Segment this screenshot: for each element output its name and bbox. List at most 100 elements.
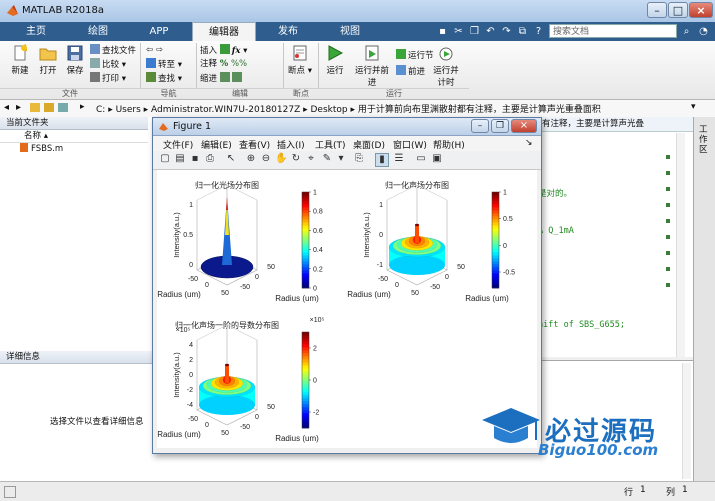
up-folder-icon[interactable]: [44, 103, 54, 112]
help-quick-icon[interactable]: ?: [532, 25, 545, 38]
cut-quick-icon[interactable]: ✂: [452, 25, 465, 38]
compare-button[interactable]: 比较 ▾: [90, 58, 126, 70]
zoom-out-icon[interactable]: ⊖: [260, 153, 272, 165]
new-figure-icon[interactable]: ▢: [159, 153, 171, 165]
pan-icon[interactable]: ✋: [275, 153, 287, 165]
menu-insert[interactable]: 插入(I): [277, 138, 305, 151]
goto-button[interactable]: 转至 ▾: [146, 58, 182, 70]
find-button[interactable]: 查找 ▾: [146, 72, 182, 84]
colorbar-segment: [302, 243, 309, 247]
back-arrow-icon[interactable]: ◂: [4, 102, 9, 113]
rotate-3d-icon[interactable]: ↻: [290, 153, 302, 165]
legend-icon[interactable]: ☰: [393, 153, 405, 165]
colorbar-segment: [302, 273, 309, 277]
notifications-icon[interactable]: ◔: [697, 25, 710, 38]
print-button[interactable]: 打印 ▾: [90, 72, 126, 84]
open-label: 打开: [39, 66, 57, 76]
open-file-icon[interactable]: ▤: [174, 153, 186, 165]
folder-icon[interactable]: [30, 103, 40, 112]
search-icon[interactable]: ⌕: [680, 25, 693, 38]
save-button[interactable]: 保存: [62, 44, 88, 76]
menu-desktop[interactable]: 桌面(D): [353, 138, 385, 151]
menu-window[interactable]: 窗口(W): [393, 138, 427, 151]
switch-windows-icon[interactable]: ⧉: [516, 25, 529, 38]
separator: [283, 43, 284, 89]
menu-file[interactable]: 文件(F): [163, 138, 193, 151]
maximize-button[interactable]: □: [668, 2, 688, 18]
tab-editor[interactable]: 编辑器: [192, 22, 256, 41]
tab-view[interactable]: 视图: [320, 22, 380, 41]
figure-restore-button[interactable]: ❐: [491, 119, 509, 133]
hide-plot-tools-icon[interactable]: ▭: [415, 153, 427, 165]
edit-plot-icon[interactable]: ↖: [225, 153, 237, 165]
save-quick-icon[interactable]: ▪: [436, 25, 449, 38]
run-and-time-button[interactable]: 运行并计时: [430, 44, 462, 88]
run-button[interactable]: 运行: [322, 44, 348, 76]
colorbar-icon[interactable]: ▮: [375, 153, 389, 167]
nav-back-forward[interactable]: ⇦ ⇨: [146, 44, 163, 56]
colorbar-segment: [302, 395, 309, 399]
forward-arrow-icon[interactable]: ▸: [16, 102, 21, 113]
tab-home[interactable]: 主页: [6, 22, 66, 41]
close-button[interactable]: ×: [689, 2, 713, 18]
menu-view[interactable]: 查看(V): [239, 138, 270, 151]
brush-icon[interactable]: ✎: [321, 153, 333, 165]
menu-tools[interactable]: 工具(T): [315, 138, 346, 151]
data-cursor-icon[interactable]: ⌖: [305, 153, 317, 165]
colorbar-segment: [492, 207, 499, 211]
figure-close-button[interactable]: ×: [511, 119, 537, 133]
copy-quick-icon[interactable]: ❐: [468, 25, 481, 38]
brush-dropdown-icon[interactable]: ▾: [335, 153, 347, 165]
column-header-name[interactable]: 名称 ▴: [0, 130, 148, 143]
colorbar-segment: [492, 237, 499, 241]
open-button[interactable]: 打开: [34, 44, 62, 76]
matlab-logo-icon: [7, 5, 18, 16]
address-dropdown-icon[interactable]: ▾: [691, 102, 696, 112]
comment-button[interactable]: 注释 % %%: [200, 58, 247, 70]
undo-quick-icon[interactable]: ↶: [484, 25, 497, 38]
workspace-collapsed-panel[interactable]: 工作区: [693, 117, 715, 481]
indent-button[interactable]: 缩进: [200, 72, 244, 84]
advance-button[interactable]: 前进: [396, 65, 425, 77]
show-plot-tools-icon[interactable]: ▣: [431, 153, 443, 165]
ribbon-toolbar: 新建 打开 保存 查找文件 比较 ▾ 打印 ▾ ⇦ ⇨ 转至 ▾ 查找 ▾ 插入…: [0, 41, 715, 100]
colorbar-segment: [492, 192, 499, 196]
colorbar-segment: [302, 374, 309, 378]
colorbar-segment: [302, 255, 309, 259]
menu-help[interactable]: 帮助(H): [433, 138, 465, 151]
tab-apps[interactable]: APP: [130, 22, 188, 41]
command-scrollbar[interactable]: [682, 363, 691, 479]
insert-button[interactable]: 插入 fx ▾: [200, 44, 247, 56]
run-advance-button[interactable]: 运行并前进: [352, 44, 392, 88]
breakpoints-button[interactable]: 断点 ▾: [287, 44, 313, 76]
colorbar-tick-label: 0: [503, 243, 507, 250]
tab-plots[interactable]: 绘图: [68, 22, 128, 41]
outdent-icon: [231, 72, 242, 82]
figure-minimize-button[interactable]: –: [471, 119, 489, 133]
zoom-in-icon[interactable]: ⊕: [245, 153, 257, 165]
editor-tab-title[interactable]: 有注释，主要是计算声光叠: [538, 117, 697, 132]
menu-dock-icon[interactable]: ↘: [525, 138, 533, 148]
menu-edit[interactable]: 编辑(E): [201, 138, 232, 151]
new-button[interactable]: 新建: [6, 44, 34, 76]
browse-folder-icon[interactable]: [58, 103, 68, 112]
colorbar-segment: [302, 350, 309, 354]
minimize-button[interactable]: –: [647, 2, 667, 18]
search-documentation-input[interactable]: 搜索文档: [549, 24, 677, 38]
file-list-item[interactable]: FSBS.m: [0, 143, 148, 155]
tab-publish[interactable]: 发布: [258, 22, 318, 41]
y-axis-label: Radius (um): [157, 430, 201, 439]
save-figure-icon[interactable]: ▪: [189, 153, 201, 165]
redo-quick-icon[interactable]: ↷: [500, 25, 513, 38]
group-label-run: 运行: [319, 88, 469, 99]
figure-title-bar[interactable]: Figure 1 – ❐ ×: [153, 118, 541, 136]
run-section-button[interactable]: 运行节: [396, 49, 434, 61]
find-files-button[interactable]: 查找文件: [90, 44, 136, 56]
colorbar-tick-label: 0.6: [313, 228, 323, 235]
colorbar-segment: [492, 255, 499, 259]
current-path[interactable]: C: ▸ Users ▸ Administrator.WIN7U-2018012…: [96, 102, 601, 115]
editor-scrollbar[interactable]: [676, 133, 685, 357]
print-figure-icon[interactable]: ⎙: [204, 153, 216, 165]
colorbar-segment: [302, 404, 309, 408]
link-plot-icon[interactable]: ⎘: [353, 153, 365, 165]
